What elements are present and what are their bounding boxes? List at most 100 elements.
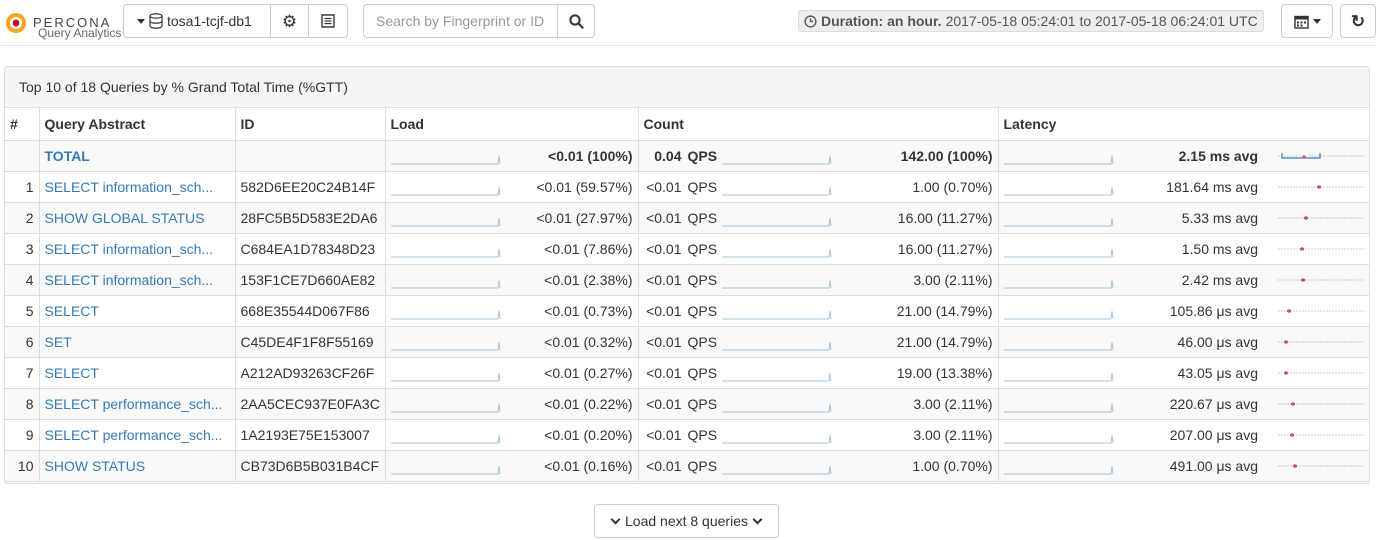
- table-row[interactable]: 2 SHOW GLOBAL STATUS 28FC5B5D583E2DA6 <0…: [5, 201, 1369, 234]
- latency-sparkline: [1003, 248, 1113, 257]
- query-abstract-link[interactable]: SELECT: [45, 365, 99, 381]
- chevron-down-icon: [610, 514, 621, 524]
- qps-value: <0.01: [646, 426, 682, 443]
- panel-heading: Top 10 of 18 Queries by % Grand Total Ti…: [5, 67, 1369, 108]
- query-abstract-cell: SELECT performance_sch...: [38, 387, 236, 420]
- latency-range-chart: [1278, 152, 1364, 159]
- count-value: 16.00 (11.27%): [897, 240, 993, 257]
- latency-cell: 2.42 ms avg: [997, 263, 1369, 296]
- latency-sparkline: [1003, 372, 1113, 381]
- query-abstract-link[interactable]: SELECT information_sch...: [45, 272, 214, 288]
- query-abstract-link[interactable]: SELECT information_sch...: [45, 241, 214, 257]
- table-row[interactable]: 3 SELECT information_sch... C684EA1D7834…: [5, 232, 1369, 265]
- table-row[interactable]: 7 SELECT A212AD93263CF26F <0.01 (0.27%) …: [5, 356, 1369, 389]
- latency-marker: [1291, 401, 1295, 406]
- qps-value: <0.01: [646, 364, 682, 381]
- latency-sparkline: [1003, 310, 1113, 319]
- search-input[interactable]: [363, 4, 558, 38]
- query-abstract-link[interactable]: SELECT: [45, 303, 99, 319]
- latency-marker: [1290, 432, 1294, 437]
- table-row[interactable]: 4 SELECT information_sch... 153F1CE7D660…: [5, 263, 1369, 296]
- latency-sparkline: [1003, 155, 1113, 164]
- count-value: 3.00 (2.11%): [913, 395, 993, 412]
- total-row[interactable]: TOTAL <0.01 (100%) 0.04 QPS 142.00 (100%…: [5, 139, 1369, 172]
- query-abstract-link[interactable]: SET: [45, 334, 72, 350]
- refresh-icon: ↻: [1350, 11, 1366, 31]
- table-row[interactable]: 8 SELECT performance_sch... 2AA5CEC937E0…: [5, 387, 1369, 420]
- latency-value: 220.67 μs avg: [1169, 395, 1258, 412]
- load-cell: <0.01 (0.32%): [384, 325, 639, 358]
- col-latency: Latency: [997, 108, 1369, 141]
- load-cell: <0.01 (0.73%): [384, 294, 639, 327]
- load-cell: <0.01 (27.97%): [384, 201, 639, 234]
- count-sparkline: [721, 279, 831, 288]
- count-cell: <0.01 QPS 16.00 (11.27%): [637, 232, 999, 265]
- qps-value: <0.01: [646, 395, 682, 412]
- query-abstract-link[interactable]: SHOW STATUS: [45, 458, 146, 474]
- col-query-abstract: Query Abstract: [38, 108, 236, 141]
- count-sparkline: [721, 310, 831, 319]
- load-more-button[interactable]: Load next 8 queries: [594, 504, 779, 538]
- latency-range-chart: [1278, 246, 1364, 251]
- search-button[interactable]: [557, 4, 595, 38]
- count-value: 1.00 (0.70%): [912, 457, 993, 474]
- query-abstract-link[interactable]: SHOW GLOBAL STATUS: [45, 210, 205, 226]
- refresh-button[interactable]: ↻: [1340, 4, 1376, 38]
- latency-sparkline: [1003, 341, 1113, 350]
- query-id: 153F1CE7D660AE82: [234, 263, 386, 296]
- latency-marker: [1284, 370, 1288, 375]
- qps-value: <0.01: [646, 333, 682, 350]
- summary-button[interactable]: [308, 4, 348, 38]
- count-sparkline: [721, 217, 831, 226]
- row-rank: 8: [5, 387, 40, 420]
- brand-subtitle: Query Analytics: [38, 26, 122, 40]
- latency-sparkline: [1003, 403, 1113, 412]
- latency-cell: 5.33 ms avg: [997, 201, 1369, 234]
- row-rank: 7: [5, 356, 40, 389]
- qps-value: <0.01: [646, 457, 682, 474]
- table-row[interactable]: 9 SELECT performance_sch... 1A2193E75E15…: [5, 418, 1369, 451]
- latency-range-chart: [1278, 463, 1364, 468]
- load-cell: <0.01 (2.38%): [384, 263, 639, 296]
- latency-range-chart: [1278, 215, 1364, 220]
- query-id: CB73D6B5B031B4CF: [234, 449, 386, 482]
- settings-button[interactable]: ⚙: [270, 4, 309, 38]
- query-id: 28FC5B5D583E2DA6: [234, 201, 386, 234]
- date-picker-button[interactable]: [1281, 4, 1333, 38]
- load-sparkline: [390, 465, 500, 474]
- instance-selector-button[interactable]: tosa1-tcjf-db1: [123, 4, 271, 38]
- query-abstract-link[interactable]: SELECT performance_sch...: [45, 396, 223, 412]
- load-sparkline: [390, 186, 500, 195]
- load-cell: <0.01 (0.20%): [384, 418, 639, 451]
- load-cell: <0.01 (59.57%): [384, 170, 639, 203]
- query-abstract-cell: SET: [38, 325, 236, 358]
- caret-down-icon: [1312, 18, 1321, 24]
- query-abstract-cell: SHOW GLOBAL STATUS: [38, 201, 236, 234]
- latency-value: 181.64 ms avg: [1166, 178, 1258, 195]
- calendar-icon: [1293, 15, 1309, 29]
- count-value: 19.00 (13.38%): [896, 364, 993, 381]
- query-abstract-link[interactable]: SELECT performance_sch...: [45, 427, 223, 443]
- total-load: <0.01 (100%): [548, 147, 633, 164]
- load-sparkline: [390, 155, 500, 164]
- table-row[interactable]: 10 SHOW STATUS CB73D6B5B031B4CF <0.01 (0…: [5, 449, 1369, 482]
- latency-sparkline: [1003, 217, 1113, 226]
- table-body: TOTAL <0.01 (100%) 0.04 QPS 142.00 (100%…: [5, 139, 1369, 482]
- query-abstract-link[interactable]: SELECT information_sch...: [45, 179, 214, 195]
- count-sparkline: [721, 186, 831, 195]
- qps-unit: QPS: [687, 209, 718, 226]
- load-cell: <0.01 (0.16%): [384, 449, 639, 482]
- count-sparkline: [721, 465, 831, 474]
- load-cell: <0.01 (7.86%): [384, 232, 639, 265]
- table-row[interactable]: 6 SET C45DE4F1F8F55169 <0.01 (0.32%) <0.…: [5, 325, 1369, 358]
- table-row[interactable]: 1 SELECT information_sch... 582D6EE20C24…: [5, 170, 1369, 203]
- database-icon: [149, 13, 163, 29]
- total-link[interactable]: TOTAL: [45, 148, 90, 164]
- total-id: [234, 139, 386, 172]
- latency-marker: [1301, 277, 1305, 282]
- load-sparkline: [390, 372, 500, 381]
- percona-logo[interactable]: PERCONA Query Analytics: [4, 9, 124, 41]
- total-count: 142.00 (100%): [900, 147, 993, 164]
- table-row[interactable]: 5 SELECT 668E35544D067F86 <0.01 (0.73%) …: [5, 294, 1369, 327]
- latency-range-chart: [1278, 184, 1364, 189]
